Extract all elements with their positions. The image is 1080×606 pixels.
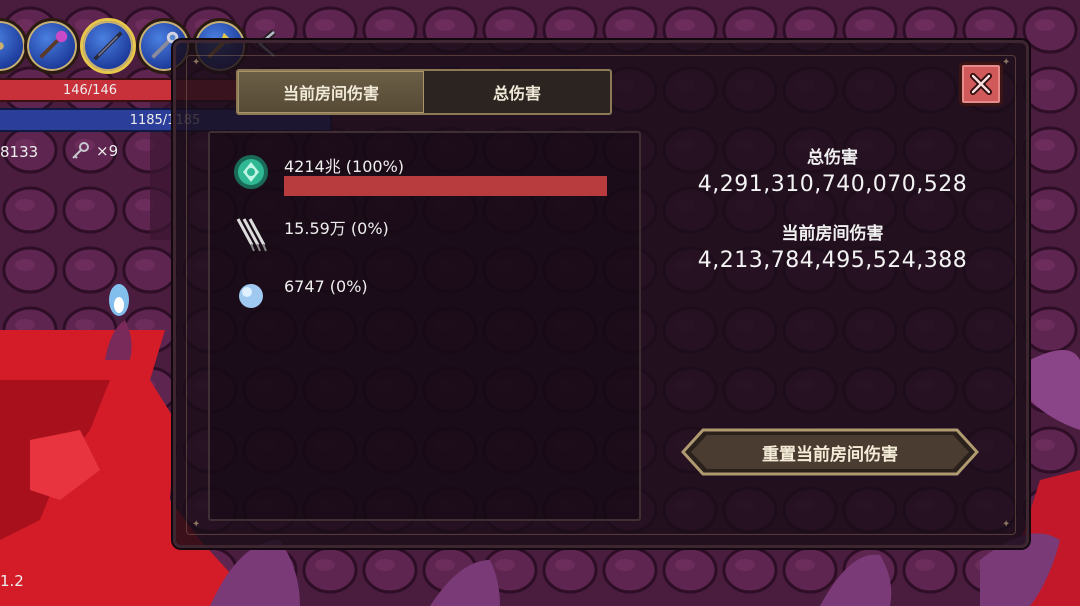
magic-staff-icon	[0, 42, 4, 50]
total-damage-value: 4,291,310,740,070,528	[697, 172, 968, 197]
version-label: 1.2	[0, 572, 24, 590]
damage-source-text: 6747 (0%)	[284, 277, 368, 296]
magic-staff-icon	[39, 30, 68, 59]
list-item: 6747 (0%)	[210, 277, 639, 327]
health-text: 146/146	[62, 82, 117, 98]
damage-share-bar	[284, 176, 607, 196]
gold-count: 8133	[0, 143, 39, 161]
close-icon	[970, 73, 992, 95]
reset-button-label: 重置当前房间伤害	[762, 444, 898, 465]
close-button[interactable]	[959, 62, 1003, 106]
room-damage-value: 4,213,784,495,524,388	[697, 248, 968, 273]
weapon-slot-2[interactable]	[80, 18, 136, 74]
key-counter: ×9	[70, 141, 118, 161]
triple-blade-icon	[236, 218, 267, 252]
damage-source-list: 4214兆 (100%) 15.59万 (0%) 6747 (0%)	[208, 131, 641, 521]
key-icon	[72, 142, 89, 159]
damage-source-text: 15.59万 (0%)	[284, 219, 389, 238]
damage-summary: 总伤害 4,291,310,740,070,528 当前房间伤害 4,213,7…	[660, 140, 1005, 273]
spear-icon	[93, 31, 123, 61]
list-item: 15.59万 (0%)	[210, 215, 639, 265]
damage-tabs: 当前房间伤害 总伤害	[236, 69, 612, 115]
total-damage-label: 总伤害	[807, 148, 858, 168]
list-item: 4214兆 (100%)	[210, 153, 639, 203]
blue-ball-icon	[239, 284, 263, 308]
green-orb-icon	[234, 155, 268, 189]
key-count: ×9	[96, 142, 119, 160]
weapon-slot-1[interactable]	[24, 18, 80, 74]
reset-room-damage-button[interactable]: 重置当前房间伤害	[681, 428, 979, 476]
tab-current-room-damage[interactable]: 当前房间伤害	[238, 71, 424, 113]
room-damage-label: 当前房间伤害	[781, 224, 884, 244]
tab-total-damage[interactable]: 总伤害	[424, 71, 610, 113]
damage-source-text: 4214兆 (100%)	[284, 157, 405, 176]
